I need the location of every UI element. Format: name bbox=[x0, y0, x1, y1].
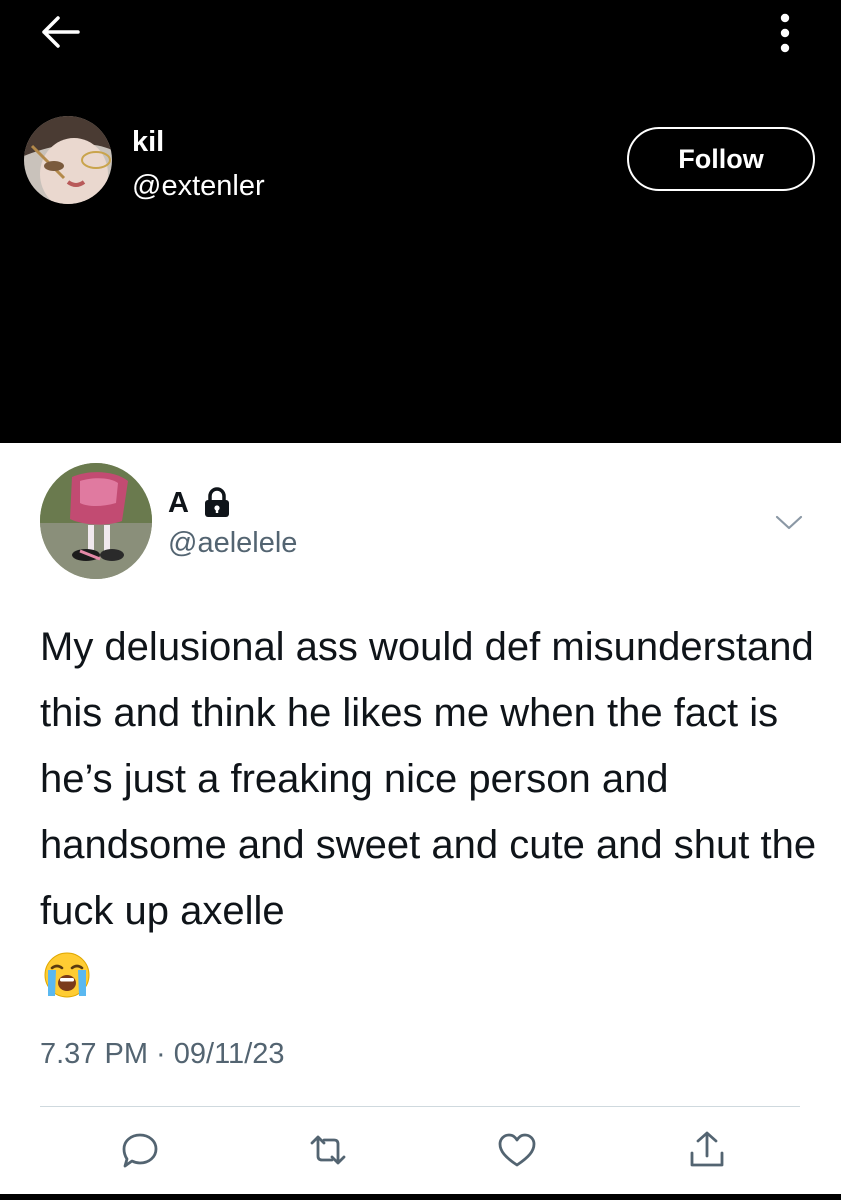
more-vertical-icon[interactable] bbox=[770, 8, 800, 58]
loudly-crying-face-icon bbox=[44, 952, 90, 998]
lock-icon bbox=[205, 487, 229, 517]
retweet-icon[interactable] bbox=[306, 1128, 350, 1172]
tweet-author-name: A bbox=[168, 487, 189, 519]
reply-icon[interactable] bbox=[118, 1128, 162, 1172]
tweet-text: My delusional ass would def misunderstan… bbox=[40, 625, 817, 933]
like-icon[interactable] bbox=[495, 1128, 539, 1172]
bottom-bar bbox=[0, 1194, 841, 1200]
chevron-down-icon[interactable] bbox=[772, 512, 806, 534]
follow-button[interactable]: Follow bbox=[627, 127, 815, 191]
profile-handle: @extenler bbox=[132, 170, 265, 202]
share-icon[interactable] bbox=[685, 1128, 729, 1172]
tweet-author-handle: @aelelele bbox=[168, 527, 298, 559]
avatar[interactable] bbox=[24, 116, 112, 204]
divider bbox=[40, 1106, 800, 1107]
profile-header bbox=[0, 0, 841, 443]
profile-name: kil bbox=[132, 126, 165, 158]
tweet-timestamp: 7.37 PM · 09/11/23 bbox=[40, 1038, 285, 1070]
arrow-left-icon[interactable] bbox=[38, 12, 82, 52]
avatar[interactable] bbox=[40, 463, 152, 579]
